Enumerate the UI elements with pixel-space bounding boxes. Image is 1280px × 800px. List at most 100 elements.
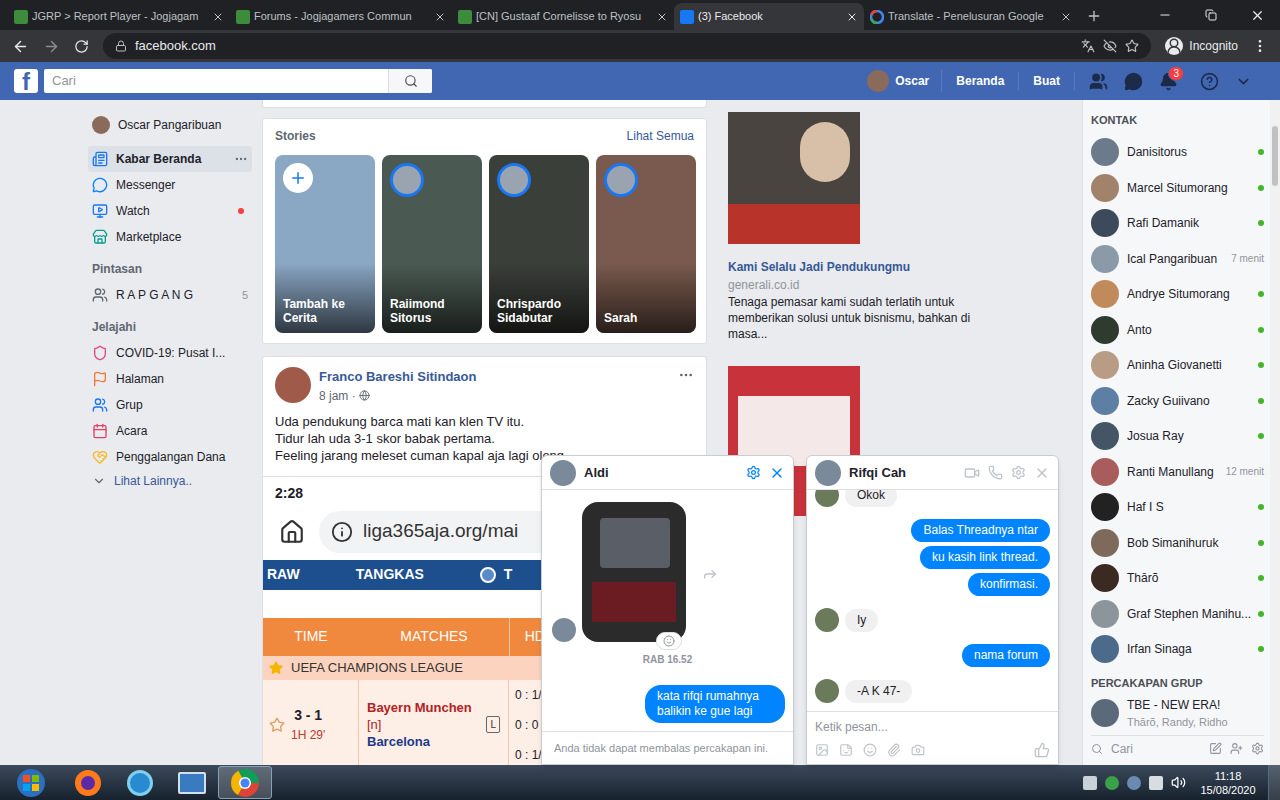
contact-row[interactable]: Ical Pangaribuan7 menit	[1091, 241, 1264, 277]
nav-item[interactable]: Messenger	[88, 172, 252, 198]
gear-icon[interactable]	[1011, 465, 1026, 480]
tray-icon[interactable]	[1083, 776, 1097, 790]
contact-row[interactable]: Graf Stephen Manihu...	[1091, 596, 1264, 632]
post-author[interactable]: Franco Bareshi Sitindaon	[319, 367, 670, 387]
post-time[interactable]: 8 jam ·	[319, 387, 670, 405]
menu-icon[interactable]	[1252, 38, 1268, 54]
clock[interactable]: 11:1815/08/2020	[1192, 769, 1264, 797]
ad-title[interactable]: Kami Selalu Jadi Pendukungmu	[728, 258, 990, 276]
story-card[interactable]: Sarah	[596, 155, 696, 333]
restore-button[interactable]	[1188, 0, 1234, 30]
see-all-link[interactable]: Lihat Semua	[627, 127, 694, 145]
group-chat-row[interactable]: TBE - NEW ERA!Thārõ, Randy, Ridho	[1091, 696, 1264, 731]
start-button[interactable]	[10, 767, 52, 799]
friend-requests-icon[interactable]	[1089, 72, 1108, 91]
tray-icon[interactable]	[1149, 776, 1163, 790]
contact-row[interactable]: Anto	[1091, 312, 1264, 348]
reaction-icon[interactable]	[663, 635, 675, 647]
contact-row[interactable]: Rafi Damanik	[1091, 206, 1264, 242]
bookmark-icon[interactable]	[1125, 39, 1139, 53]
taskbar-app[interactable]	[62, 766, 114, 799]
profile-nav-item[interactable]: Oscar Pangaribuan	[88, 112, 252, 138]
forward-icon[interactable]	[43, 38, 60, 55]
nav-item[interactable]: Halaman	[88, 366, 252, 392]
tab-close-icon[interactable]	[434, 11, 446, 23]
tab-close-icon[interactable]	[846, 11, 858, 23]
browser-tab[interactable]: JGRP > Report Player - Jogjagam	[8, 3, 230, 30]
nav-item[interactable]: R A P G A N G5	[88, 282, 252, 308]
contact-row[interactable]: Zacky Guiivano	[1091, 383, 1264, 419]
contact-row[interactable]: Bob Simanihuruk	[1091, 525, 1264, 561]
nav-item[interactable]: Marketplace	[88, 224, 252, 250]
reload-icon[interactable]	[74, 39, 89, 54]
tray-icon[interactable]	[1127, 776, 1141, 790]
nav-item[interactable]: COVID-19: Pusat I...	[88, 340, 252, 366]
tray-icon[interactable]	[1105, 776, 1119, 790]
browser-tab[interactable]: Translate - Penelusuran Google	[864, 3, 1078, 30]
close-icon[interactable]	[769, 465, 785, 481]
close-window-button[interactable]	[1234, 0, 1280, 30]
taskbar-app[interactable]	[218, 766, 272, 799]
browser-tab[interactable]: (3) Facebook	[674, 3, 864, 30]
contact-row[interactable]: Thārõ	[1091, 561, 1264, 597]
close-icon[interactable]	[1034, 465, 1050, 481]
nav-item[interactable]: Acara	[88, 418, 252, 444]
contact-row[interactable]: Josua Ray	[1091, 419, 1264, 455]
chat-window[interactable]: Rifqi CahOkokBalas Threadnya ntarku kasi…	[806, 455, 1059, 765]
story-card[interactable]: Chrispardo Sidabutar	[489, 155, 589, 333]
photo-icon[interactable]	[815, 743, 829, 757]
chat-title[interactable]: Rifqi Cah	[849, 463, 906, 483]
nav-item[interactable]: Penggalangan Dana	[88, 444, 252, 470]
chat-header[interactable]: Aldi	[542, 456, 793, 490]
volume-icon[interactable]	[1171, 775, 1186, 790]
header-link[interactable]: Buat	[1019, 72, 1075, 90]
contact-row[interactable]: Haf I S	[1091, 490, 1264, 526]
contact-row[interactable]: Andrye Situmorang	[1091, 277, 1264, 313]
show-desktop-button[interactable]	[1268, 765, 1280, 800]
contact-row[interactable]: Aninha Giovanetti	[1091, 348, 1264, 384]
attach-icon[interactable]	[887, 743, 901, 757]
story-card[interactable]: Raiimond Sitorus	[382, 155, 482, 333]
emoji-icon[interactable]	[863, 743, 877, 757]
search-input[interactable]: Cari	[44, 69, 388, 93]
search-bar[interactable]: Cari	[44, 69, 432, 93]
tracking-icon[interactable]	[1103, 39, 1117, 53]
chat-image-message[interactable]	[550, 502, 785, 642]
facebook-logo[interactable]: f	[14, 69, 38, 93]
taskbar-app[interactable]	[114, 766, 166, 799]
video-call-icon[interactable]	[964, 465, 980, 481]
messenger-icon[interactable]	[1124, 72, 1143, 91]
phone-icon[interactable]	[988, 465, 1003, 480]
browser-tab[interactable]: [CN] Gustaaf Cornelisse to Ryosu	[452, 3, 674, 30]
chat-window[interactable]: AldiRAB 16.52kata rifqi rumahnya balikin…	[541, 455, 794, 765]
contact-row[interactable]: Irfan Sinaga	[1091, 632, 1264, 668]
nav-item[interactable]: Kabar Beranda	[88, 146, 252, 172]
chat-header[interactable]: Rifqi Cah	[807, 456, 1058, 490]
header-link[interactable]: Beranda	[942, 72, 1019, 90]
address-bar[interactable]: facebook.com	[103, 33, 1151, 59]
nav-item[interactable]: Watch	[88, 198, 252, 224]
help-icon[interactable]	[1200, 72, 1219, 91]
search-button[interactable]	[388, 69, 432, 93]
translate-icon[interactable]	[1081, 39, 1095, 53]
incognito-profile[interactable]: Incognito	[1165, 37, 1238, 55]
contact-row[interactable]: Marcel Situmorang	[1091, 170, 1264, 206]
camera-icon[interactable]	[911, 743, 925, 757]
gear-icon[interactable]	[746, 465, 761, 480]
tab-close-icon[interactable]	[656, 11, 668, 23]
tab-close-icon[interactable]	[1060, 11, 1072, 23]
story-card[interactable]: Tambah ke Cerita	[275, 155, 375, 333]
sponsored-ad[interactable]: Kami Selalu Jadi Pendukungmugenerali.co.…	[728, 112, 990, 342]
new-message-icon[interactable]	[1209, 742, 1222, 755]
profile-link[interactable]: Oscar	[867, 70, 942, 92]
browser-tab[interactable]: Forums - Jogjagamers Commun	[230, 3, 452, 30]
chat-title[interactable]: Aldi	[584, 463, 609, 483]
contact-row[interactable]: Danisitorus	[1091, 135, 1264, 171]
sticker-icon[interactable]	[839, 743, 853, 757]
post-menu-icon[interactable]	[678, 367, 694, 383]
back-icon[interactable]	[12, 38, 29, 55]
see-more-link[interactable]: Lihat Lainnya..	[88, 470, 252, 492]
contacts-search-input[interactable]: Cari	[1111, 740, 1201, 758]
minimize-button[interactable]	[1142, 0, 1188, 30]
like-icon[interactable]	[1034, 742, 1050, 758]
